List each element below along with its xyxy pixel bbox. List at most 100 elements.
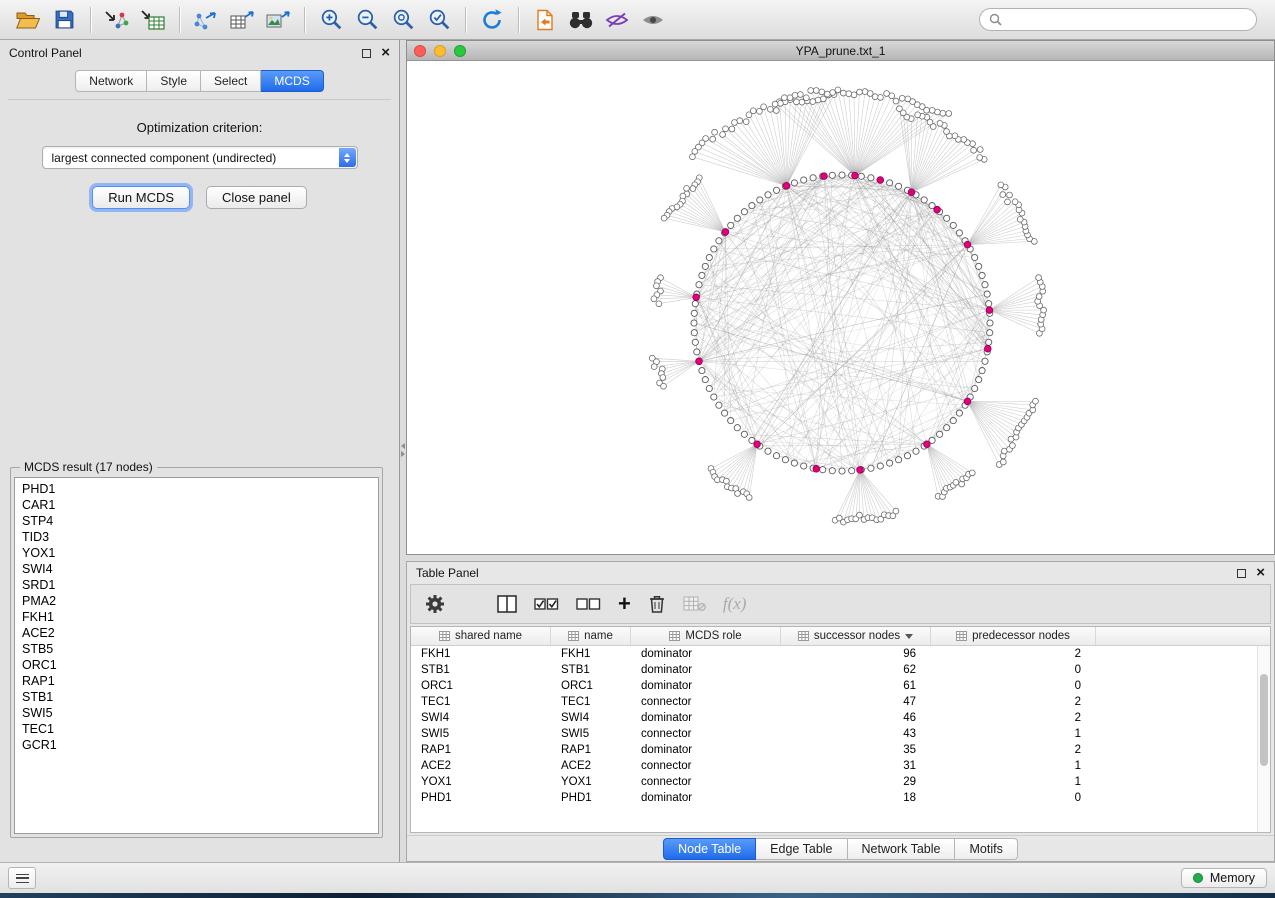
network-node[interactable] bbox=[953, 480, 959, 486]
column-header-name[interactable]: name bbox=[551, 627, 631, 645]
network-node[interactable] bbox=[692, 149, 698, 155]
import-network-button[interactable] bbox=[99, 4, 135, 36]
network-node[interactable] bbox=[654, 283, 660, 289]
function-builder-button[interactable]: f(x) bbox=[723, 594, 747, 614]
close-panel-icon[interactable]: × bbox=[381, 48, 390, 58]
result-item[interactable]: YOX1 bbox=[22, 545, 371, 561]
network-node[interactable] bbox=[743, 119, 749, 125]
network-node[interactable] bbox=[984, 291, 990, 297]
network-node[interactable] bbox=[858, 173, 864, 179]
network-window-titlebar[interactable]: YPA_prune.txt_1 bbox=[407, 41, 1274, 61]
network-node[interactable] bbox=[710, 136, 716, 142]
tab-node-table[interactable]: Node Table bbox=[663, 838, 756, 860]
network-node[interactable] bbox=[979, 368, 985, 374]
network-node[interactable] bbox=[694, 349, 700, 355]
network-node[interactable] bbox=[757, 108, 763, 114]
network-node[interactable] bbox=[839, 172, 845, 178]
network-node[interactable] bbox=[691, 320, 697, 326]
network-node[interactable] bbox=[899, 95, 905, 101]
network-node[interactable] bbox=[976, 263, 982, 269]
network-node[interactable] bbox=[1017, 216, 1023, 222]
table-row[interactable]: YOX1YOX1connector291 bbox=[411, 774, 1270, 790]
network-node[interactable] bbox=[773, 187, 779, 193]
delete-column-button[interactable] bbox=[648, 594, 666, 614]
network-node[interactable] bbox=[691, 310, 697, 316]
network-node[interactable] bbox=[904, 453, 910, 459]
mcds-dominator-node[interactable] bbox=[924, 441, 931, 448]
clone-network-button[interactable] bbox=[527, 4, 563, 36]
network-node[interactable] bbox=[944, 215, 950, 221]
network-node[interactable] bbox=[893, 508, 899, 514]
network-node[interactable] bbox=[929, 108, 935, 114]
optimization-criterion-dropdown[interactable]: largest connected component (undirected) bbox=[42, 146, 358, 169]
network-node[interactable] bbox=[810, 175, 816, 181]
network-node[interactable] bbox=[998, 182, 1004, 188]
network-node[interactable] bbox=[767, 106, 773, 112]
network-node[interactable] bbox=[772, 101, 778, 107]
network-node[interactable] bbox=[868, 465, 874, 471]
table-row[interactable]: SWI5SWI5connector431 bbox=[411, 726, 1270, 742]
mcds-dominator-node[interactable] bbox=[852, 172, 859, 179]
status-menu-button[interactable] bbox=[8, 867, 36, 889]
column-header-mcds-role[interactable]: MCDS role bbox=[631, 627, 781, 645]
network-node[interactable] bbox=[651, 296, 657, 302]
network-node[interactable] bbox=[749, 203, 755, 209]
network-node[interactable] bbox=[878, 95, 884, 101]
column-header-successor-nodes[interactable]: successor nodes bbox=[781, 627, 931, 645]
result-item[interactable]: CAR1 bbox=[22, 497, 371, 513]
tab-select[interactable]: Select bbox=[201, 70, 261, 92]
network-node[interactable] bbox=[915, 112, 921, 118]
tab-edge-table[interactable]: Edge Table bbox=[756, 838, 847, 860]
refresh-layout-button[interactable] bbox=[474, 4, 510, 36]
mcds-dominator-node[interactable] bbox=[964, 398, 971, 405]
hide-selected-button[interactable] bbox=[599, 4, 635, 36]
result-item[interactable]: ACE2 bbox=[22, 625, 371, 641]
network-node[interactable] bbox=[656, 301, 662, 307]
network-node[interactable] bbox=[797, 92, 803, 98]
network-node[interactable] bbox=[791, 460, 797, 466]
table-settings-button[interactable] bbox=[425, 594, 445, 614]
network-node[interactable] bbox=[1010, 443, 1016, 449]
network-node[interactable] bbox=[849, 468, 855, 474]
network-node[interactable] bbox=[977, 147, 983, 153]
deselect-all-rows-button[interactable] bbox=[576, 596, 601, 612]
network-node[interactable] bbox=[773, 453, 779, 459]
mcds-dominator-node[interactable] bbox=[934, 206, 941, 213]
network-node[interactable] bbox=[782, 95, 788, 101]
network-node[interactable] bbox=[857, 89, 863, 95]
float-window-button[interactable] bbox=[362, 49, 371, 58]
table-row[interactable]: RAP1RAP1dominator352 bbox=[411, 742, 1270, 758]
network-node[interactable] bbox=[660, 375, 666, 381]
network-node[interactable] bbox=[846, 91, 852, 97]
network-node[interactable] bbox=[765, 192, 771, 198]
mcds-dominator-node[interactable] bbox=[857, 467, 864, 474]
result-item[interactable]: PMA2 bbox=[22, 593, 371, 609]
network-node[interactable] bbox=[722, 410, 728, 416]
mcds-dominator-node[interactable] bbox=[821, 173, 828, 180]
network-graph[interactable] bbox=[407, 61, 1274, 554]
network-node[interactable] bbox=[803, 95, 809, 101]
network-node[interactable] bbox=[702, 263, 708, 269]
network-node[interactable] bbox=[982, 358, 988, 364]
result-item[interactable]: GCR1 bbox=[22, 737, 371, 753]
network-node[interactable] bbox=[979, 272, 985, 278]
network-node[interactable] bbox=[986, 339, 992, 345]
network-node[interactable] bbox=[696, 282, 702, 288]
network-node[interactable] bbox=[835, 87, 841, 93]
memory-button[interactable]: Memory bbox=[1181, 868, 1267, 888]
network-node[interactable] bbox=[1007, 192, 1013, 198]
tab-style[interactable]: Style bbox=[147, 70, 201, 92]
tab-motifs[interactable]: Motifs bbox=[955, 838, 1017, 860]
network-node[interactable] bbox=[896, 457, 902, 463]
network-node[interactable] bbox=[734, 215, 740, 221]
mcds-dominator-node[interactable] bbox=[985, 345, 992, 352]
network-node[interactable] bbox=[684, 186, 690, 192]
network-node[interactable] bbox=[977, 155, 983, 161]
export-table-button[interactable] bbox=[224, 4, 260, 36]
result-item[interactable]: SWI5 bbox=[22, 705, 371, 721]
network-node[interactable] bbox=[877, 463, 883, 469]
network-node[interactable] bbox=[987, 320, 993, 326]
column-header-shared-name[interactable]: shared name bbox=[411, 627, 551, 645]
network-node[interactable] bbox=[661, 383, 667, 389]
run-mcds-button[interactable]: Run MCDS bbox=[92, 186, 190, 209]
